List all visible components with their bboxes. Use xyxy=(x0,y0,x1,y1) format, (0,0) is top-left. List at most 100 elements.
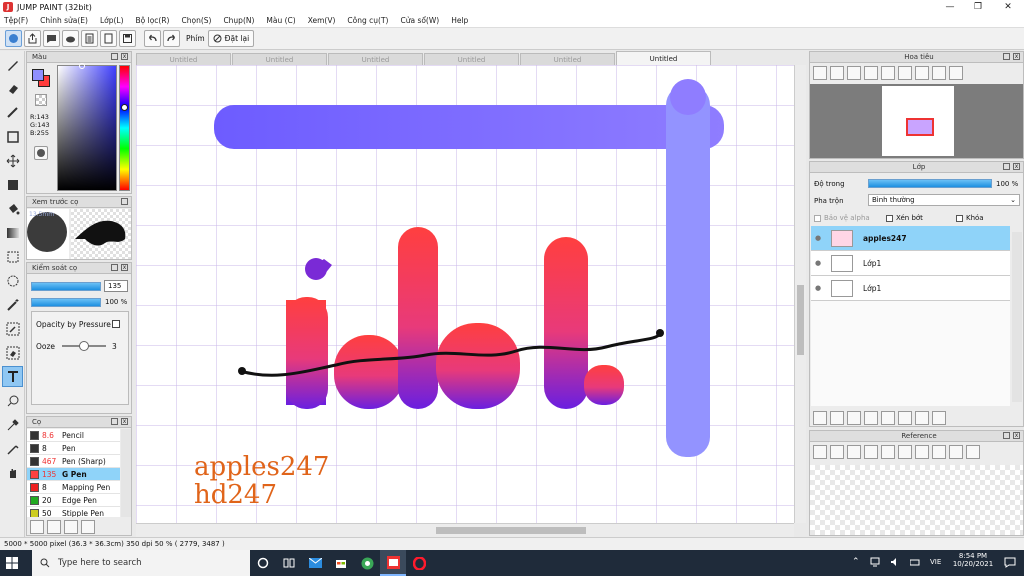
brush-item-pencil[interactable]: 8.6 Pencil xyxy=(27,429,120,442)
tool-select-rect[interactable] xyxy=(2,126,23,147)
palette-button[interactable] xyxy=(34,146,48,160)
close-icon[interactable]: x xyxy=(1013,432,1020,439)
chevron-up-icon[interactable]: ⌃ xyxy=(852,557,860,567)
tool-fill-rect[interactable] xyxy=(2,174,23,195)
reference-dropper-button[interactable] xyxy=(932,445,946,459)
reference-zoom-in-button[interactable] xyxy=(864,445,878,459)
task-view-button[interactable] xyxy=(276,550,302,576)
tool-balloon[interactable] xyxy=(2,390,23,411)
float-icon[interactable] xyxy=(111,418,118,425)
tool-magic-wand[interactable] xyxy=(2,294,23,315)
saturation-value-picker[interactable] xyxy=(57,63,117,191)
battery-icon[interactable] xyxy=(909,558,920,568)
duplicate-layer-button[interactable] xyxy=(898,411,912,425)
brush-opacity-slider[interactable] xyxy=(31,298,101,307)
minimize-button[interactable]: — xyxy=(935,0,965,14)
clip-checkbox[interactable] xyxy=(886,214,893,222)
blend-mode-select[interactable]: Bình thường ⌄ xyxy=(868,194,1020,206)
reference-zoom-out-button[interactable] xyxy=(881,445,895,459)
hue-handle[interactable] xyxy=(121,104,128,111)
float-icon[interactable] xyxy=(1003,432,1010,439)
close-icon[interactable]: x xyxy=(121,53,128,60)
brush-size-slider[interactable] xyxy=(31,282,101,291)
tool-select-pen[interactable] xyxy=(2,318,23,339)
brush-item-g-pen[interactable]: 135 G Pen xyxy=(27,468,120,481)
brush-item-stipple-pen[interactable]: 50 Stipple Pen xyxy=(27,507,120,517)
brush-item-pen-sharp[interactable]: 467 Pen (Sharp) xyxy=(27,455,120,468)
float-icon[interactable] xyxy=(111,53,118,60)
notification-button[interactable] xyxy=(1004,557,1016,568)
menu-filter[interactable]: Bộ lọc(R) xyxy=(136,16,170,25)
tool-ellipse-select[interactable] xyxy=(2,270,23,291)
menu-select[interactable]: Chọn(S) xyxy=(181,16,211,25)
brush-menu-button[interactable] xyxy=(64,520,78,534)
menu-help[interactable]: Help xyxy=(451,16,468,25)
menu-view[interactable]: Xem(V) xyxy=(308,16,336,25)
foreground-color-swatch[interactable] xyxy=(32,69,44,81)
comment-button[interactable] xyxy=(43,30,60,47)
tool-text[interactable] xyxy=(2,366,23,387)
picker-cursor[interactable] xyxy=(79,63,85,69)
hue-slider[interactable] xyxy=(119,65,130,191)
tool-lasso[interactable] xyxy=(2,102,23,123)
new-layer-8bit-button[interactable] xyxy=(830,411,844,425)
reference-refresh-button[interactable] xyxy=(966,445,980,459)
tool-pen-line[interactable] xyxy=(2,438,23,459)
tool-move[interactable] xyxy=(2,150,23,171)
tab-untitled-5[interactable]: Untitled xyxy=(520,53,615,65)
actual-size-button[interactable] xyxy=(915,66,929,80)
reference-flip-button[interactable] xyxy=(949,445,963,459)
float-icon[interactable] xyxy=(121,198,128,205)
lock-checkbox[interactable] xyxy=(956,214,963,222)
menu-layer[interactable]: Lớp(L) xyxy=(100,16,124,25)
zoom-in-button[interactable] xyxy=(813,66,827,80)
maximize-button[interactable]: ❐ xyxy=(963,0,993,14)
close-button[interactable]: ✕ xyxy=(993,0,1023,14)
menu-color[interactable]: Màu (C) xyxy=(266,16,295,25)
protect-alpha-option[interactable]: Bảo vệ alpha xyxy=(814,214,870,222)
reference-viewport[interactable] xyxy=(810,465,1023,535)
ooze-slider[interactable] xyxy=(62,341,106,351)
float-icon[interactable] xyxy=(111,264,118,271)
tool-brush[interactable] xyxy=(2,54,23,75)
vertical-scroll-thumb[interactable] xyxy=(797,285,804,355)
reference-cloud-button[interactable] xyxy=(813,445,827,459)
flip-button[interactable] xyxy=(949,66,963,80)
cloud-button[interactable] xyxy=(62,30,79,47)
opera-app-button[interactable] xyxy=(406,550,432,576)
layer-item[interactable]: ● Lớp1 xyxy=(811,251,1010,276)
tab-untitled-1[interactable]: Untitled xyxy=(136,53,231,65)
store-app-button[interactable] xyxy=(328,550,354,576)
cortana-button[interactable] xyxy=(250,550,276,576)
print-button[interactable] xyxy=(100,30,117,47)
fit-button[interactable] xyxy=(881,66,895,80)
brush-item-edge-pen[interactable]: 20 Edge Pen xyxy=(27,494,120,507)
canvas-horizontal-scrollbar[interactable] xyxy=(136,523,794,537)
drawing-canvas[interactable]: apples247 hd247 xyxy=(136,65,794,523)
brush-cloud-button[interactable] xyxy=(30,520,44,534)
tab-untitled-active[interactable]: Untitled xyxy=(616,51,711,65)
rotate-left-button[interactable] xyxy=(898,66,912,80)
reset-button[interactable]: Đặt lại xyxy=(207,30,255,47)
reference-open-button[interactable] xyxy=(830,445,844,459)
opacity-pressure-checkbox[interactable] xyxy=(112,320,120,328)
layer-item[interactable]: ● Lớp1 xyxy=(811,276,1010,301)
close-icon[interactable]: x xyxy=(1013,53,1020,60)
ooze-handle[interactable] xyxy=(79,341,89,351)
volume-icon[interactable] xyxy=(890,557,900,567)
delete-layer-button[interactable] xyxy=(932,411,946,425)
canvas-vertical-scrollbar[interactable] xyxy=(794,65,806,523)
taskbar-search[interactable]: Type here to search xyxy=(32,550,250,576)
color-swatches[interactable] xyxy=(30,67,50,87)
language-indicator[interactable]: VIE xyxy=(930,558,941,566)
brush-item-mapping-pen[interactable]: 8 Mapping Pen xyxy=(27,481,120,494)
eye-icon[interactable]: ● xyxy=(811,234,825,242)
reference-rotate-button[interactable] xyxy=(915,445,929,459)
mail-app-button[interactable] xyxy=(302,550,328,576)
tab-untitled-3[interactable]: Untitled xyxy=(328,53,423,65)
document-button[interactable] xyxy=(81,30,98,47)
tool-marquee[interactable] xyxy=(2,246,23,267)
brush-list-scrollbar[interactable] xyxy=(121,429,131,517)
layer-item[interactable]: ● apples247 xyxy=(811,226,1010,251)
brush-copy-button[interactable] xyxy=(81,520,95,534)
